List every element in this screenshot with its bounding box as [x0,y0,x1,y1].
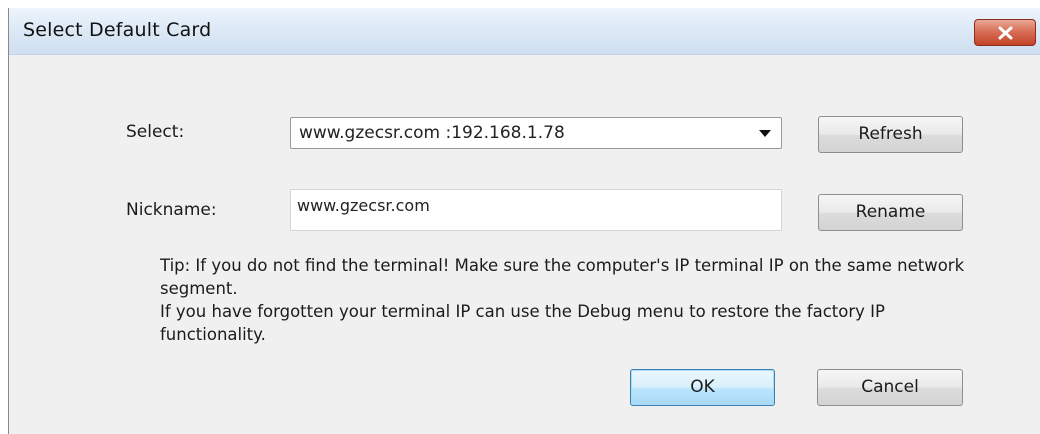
nickname-input[interactable] [291,190,781,220]
tip-line-1: Tip: If you do not find the terminal! Ma… [160,256,965,298]
select-default-card-dialog: Select Default Card Select: www.gzecsr.c… [8,8,1040,434]
selected-card-value: www.gzecsr.com :192.168.1.78 [299,123,565,143]
ok-button[interactable]: OK [630,369,775,406]
close-button[interactable] [974,19,1036,46]
nickname-label: Nickname: [126,200,217,220]
rename-button[interactable]: Rename [818,194,963,231]
close-icon [998,26,1013,40]
select-label: Select: [126,122,185,142]
tip-line-2: If you have forgotten your terminal IP c… [160,302,885,344]
dialog-content: Select: www.gzecsr.com :192.168.1.78 Ref… [9,55,1040,434]
cancel-button[interactable]: Cancel [817,369,963,406]
title-bar[interactable]: Select Default Card [9,8,1040,55]
tip-text: Tip: If you do not find the terminal! Ma… [160,254,980,346]
nickname-field-wrapper [290,189,782,231]
card-select-dropdown[interactable]: www.gzecsr.com :192.168.1.78 [290,117,782,149]
chevron-down-icon[interactable] [759,130,771,137]
window-title: Select Default Card [23,19,212,41]
refresh-button[interactable]: Refresh [818,116,963,153]
